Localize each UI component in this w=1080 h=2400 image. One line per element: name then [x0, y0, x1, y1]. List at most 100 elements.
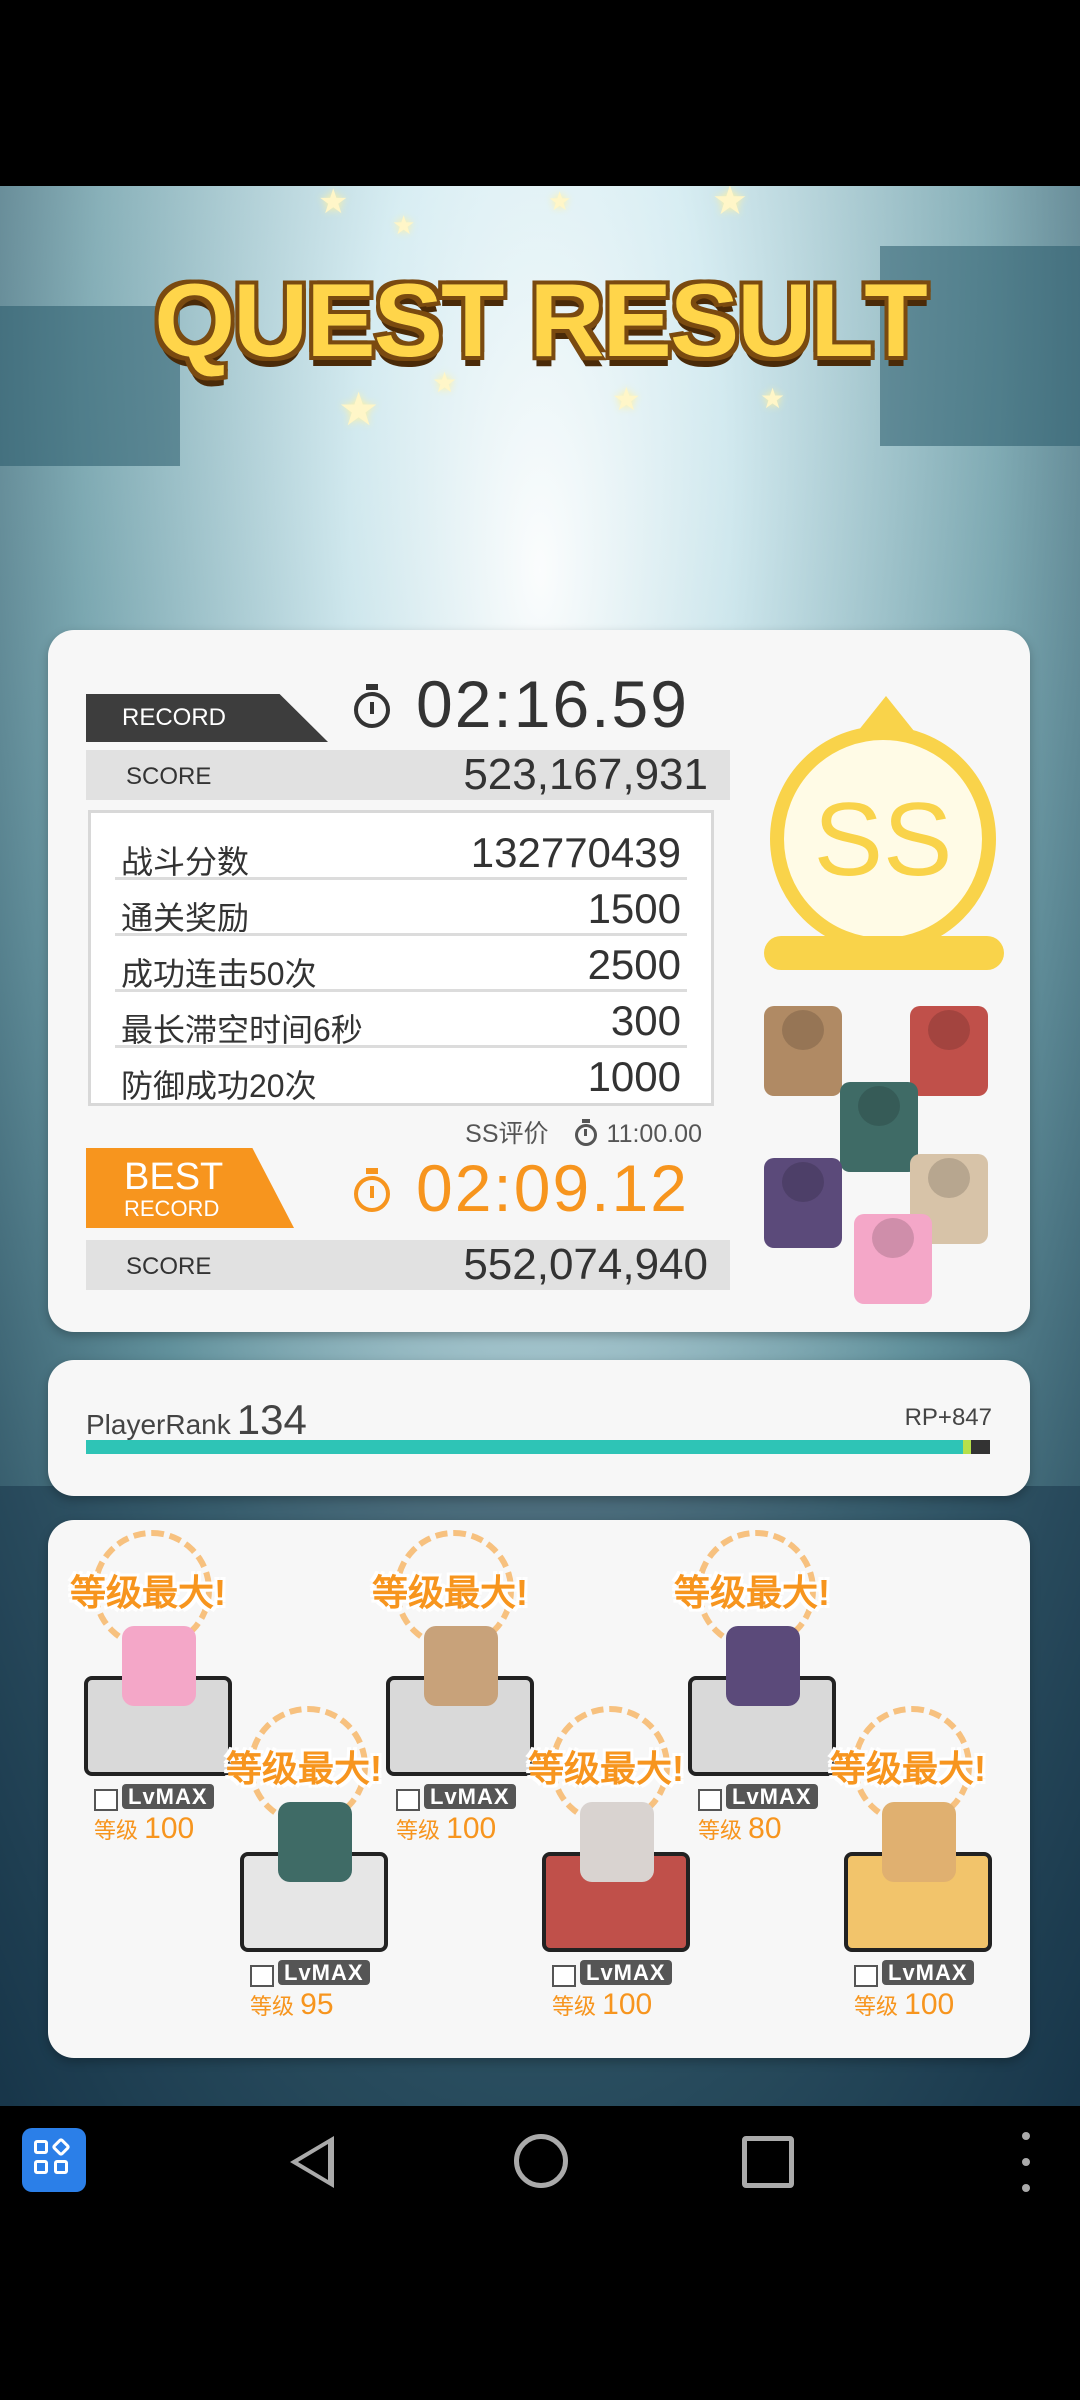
- level-value: 100: [904, 1988, 955, 2021]
- level-value: 100: [446, 1812, 497, 1845]
- lvmax-label: LvMAX: [250, 1960, 370, 1987]
- rank-grade-emblem: SS: [770, 726, 996, 952]
- best-score: 552,074,940: [463, 1240, 708, 1289]
- level-label: 等级: [396, 1818, 441, 1843]
- level-max-badge: 等级最大!: [70, 1572, 226, 1613]
- level-max-badge: 等级最大!: [226, 1748, 382, 1789]
- character-level: 等级 100: [854, 1988, 954, 2022]
- player-rank: PlayerRank 134: [86, 1396, 307, 1444]
- party-sprite: [910, 1006, 988, 1096]
- level-value: 100: [602, 1988, 653, 2021]
- character-card: 等级最大! LvMAX 等级 100: [372, 1530, 540, 1850]
- score-breakdown: 战斗分数 132770439 通关奖励 1500 成功连击50次 2500 最长…: [88, 810, 714, 1106]
- checkbox-icon: [250, 1964, 274, 1987]
- best-time: 02:09.12: [354, 1150, 689, 1226]
- best-score-bar: SCORE 552,074,940: [86, 1240, 730, 1290]
- star-icon: ★: [338, 383, 380, 435]
- character-sprite: [122, 1626, 196, 1706]
- character-card: 等级最大! LvMAX 等级 100: [830, 1706, 998, 2026]
- breakdown-value: 1500: [587, 885, 681, 932]
- star-icon: ★: [760, 383, 786, 414]
- level-label: 等级: [552, 1994, 597, 2019]
- lvmax-text: LvMAX: [278, 1960, 370, 1985]
- lvmax-label: LvMAX: [94, 1784, 214, 1811]
- character-level: 等级 100: [396, 1812, 496, 1846]
- level-value: 80: [748, 1812, 782, 1845]
- record-tag: RECORD: [86, 694, 328, 742]
- breakdown-label: 成功连击50次: [121, 956, 317, 992]
- stopwatch-icon: [354, 683, 390, 728]
- result-scene: ★ ★ ★ ★ ★ ★ ★ ★ QUEST RESULT RECORD 02:1…: [0, 186, 1080, 2106]
- lvmax-label: LvMAX: [552, 1960, 672, 1987]
- player-rank-panel: PlayerRank 134 RP+847: [48, 1360, 1030, 1496]
- breakdown-row: 防御成功20次 1000: [115, 1047, 687, 1104]
- rank-emblem-base: [764, 936, 1004, 970]
- level-max-badge: 等级最大!: [372, 1572, 528, 1613]
- breakdown-label: 战斗分数: [121, 844, 250, 880]
- apps-icon[interactable]: [22, 2128, 86, 2192]
- checkbox-icon: [854, 1964, 878, 1987]
- character-sprite: [424, 1626, 498, 1706]
- level-value: 95: [300, 1988, 334, 2021]
- lvmax-label: LvMAX: [854, 1960, 974, 1987]
- ss-label: SS评价: [465, 1120, 549, 1148]
- level-value: 100: [144, 1812, 195, 1845]
- record-panel: RECORD 02:16.59 SCORE 523,167,931 战斗分数 1…: [48, 630, 1030, 1332]
- breakdown-label: 最长滞空时间6秒: [121, 1012, 363, 1048]
- character-level: 等级 100: [94, 1812, 194, 1846]
- checkbox-icon: [94, 1788, 118, 1811]
- star-icon: ★: [548, 186, 572, 216]
- best-tag-line1: BEST: [124, 1156, 224, 1198]
- record-score: 523,167,931: [463, 750, 708, 799]
- lvmax-text: LvMAX: [882, 1960, 974, 1985]
- character-level: 等级 100: [552, 1988, 652, 2022]
- breakdown-value: 300: [610, 997, 681, 1044]
- breakdown-row: 战斗分数 132770439: [115, 823, 687, 880]
- character-card: 等级最大! LvMAX 等级 80: [674, 1530, 842, 1850]
- lvmax-text: LvMAX: [726, 1784, 818, 1809]
- breakdown-row: 成功连击50次 2500: [115, 935, 687, 992]
- level-label: 等级: [250, 1994, 295, 2019]
- party-sprite: [840, 1082, 918, 1172]
- player-rank-value: 134: [236, 1396, 307, 1443]
- score-label: SCORE: [126, 763, 212, 790]
- lvmax-text: LvMAX: [122, 1784, 214, 1809]
- rp-gain: RP+847: [904, 1404, 992, 1431]
- star-icon: ★: [318, 186, 349, 221]
- level-max-badge: 等级最大!: [674, 1572, 830, 1613]
- breakdown-value: 2500: [587, 941, 681, 988]
- rank-progress-fill: [86, 1440, 963, 1454]
- breakdown-value: 1000: [587, 1053, 681, 1100]
- stopwatch-icon: [574, 1119, 597, 1147]
- back-icon[interactable]: [290, 2136, 334, 2188]
- star-icon: ★: [392, 210, 416, 240]
- record-score-bar: SCORE 523,167,931: [86, 750, 730, 800]
- lvmax-label: LvMAX: [396, 1784, 516, 1811]
- level-max-badge: 等级最大!: [830, 1748, 986, 1789]
- level-max-badge: 等级最大!: [528, 1748, 684, 1789]
- ss-target-row: SS评价 11:00.00: [465, 1114, 702, 1150]
- party-sprite: [854, 1214, 932, 1304]
- recent-apps-icon[interactable]: [742, 2136, 794, 2188]
- best-time-value: 02:09.12: [416, 1151, 689, 1225]
- stopwatch-icon: [354, 1167, 390, 1212]
- character-sprite: [726, 1626, 800, 1706]
- player-rank-label: PlayerRank: [86, 1409, 231, 1440]
- character-sprite: [882, 1802, 956, 1882]
- character-level-panel: 等级最大! LvMAX 等级 100 等级最大! LvMAX 等级 95 等级最大! LvMA…: [48, 1520, 1030, 2058]
- lvmax-label: LvMAX: [698, 1784, 818, 1811]
- score-label: SCORE: [126, 1253, 212, 1280]
- rank-progress-bar: [86, 1440, 990, 1454]
- best-tag-line2: RECORD: [124, 1196, 220, 1221]
- system-nav-bar: [0, 2106, 1080, 2214]
- party-sprite: [764, 1006, 842, 1096]
- character-card: 等级最大! LvMAX 等级 95: [226, 1706, 394, 2026]
- record-time-value: 02:16.59: [416, 667, 689, 741]
- page-title: QUEST RESULT: [154, 263, 927, 379]
- breakdown-label: 防御成功20次: [121, 1068, 317, 1104]
- lvmax-text: LvMAX: [580, 1960, 672, 1985]
- record-time: 02:16.59: [354, 666, 689, 742]
- home-icon[interactable]: [514, 2134, 568, 2188]
- more-icon[interactable]: [1022, 2132, 1030, 2192]
- checkbox-icon: [396, 1788, 420, 1811]
